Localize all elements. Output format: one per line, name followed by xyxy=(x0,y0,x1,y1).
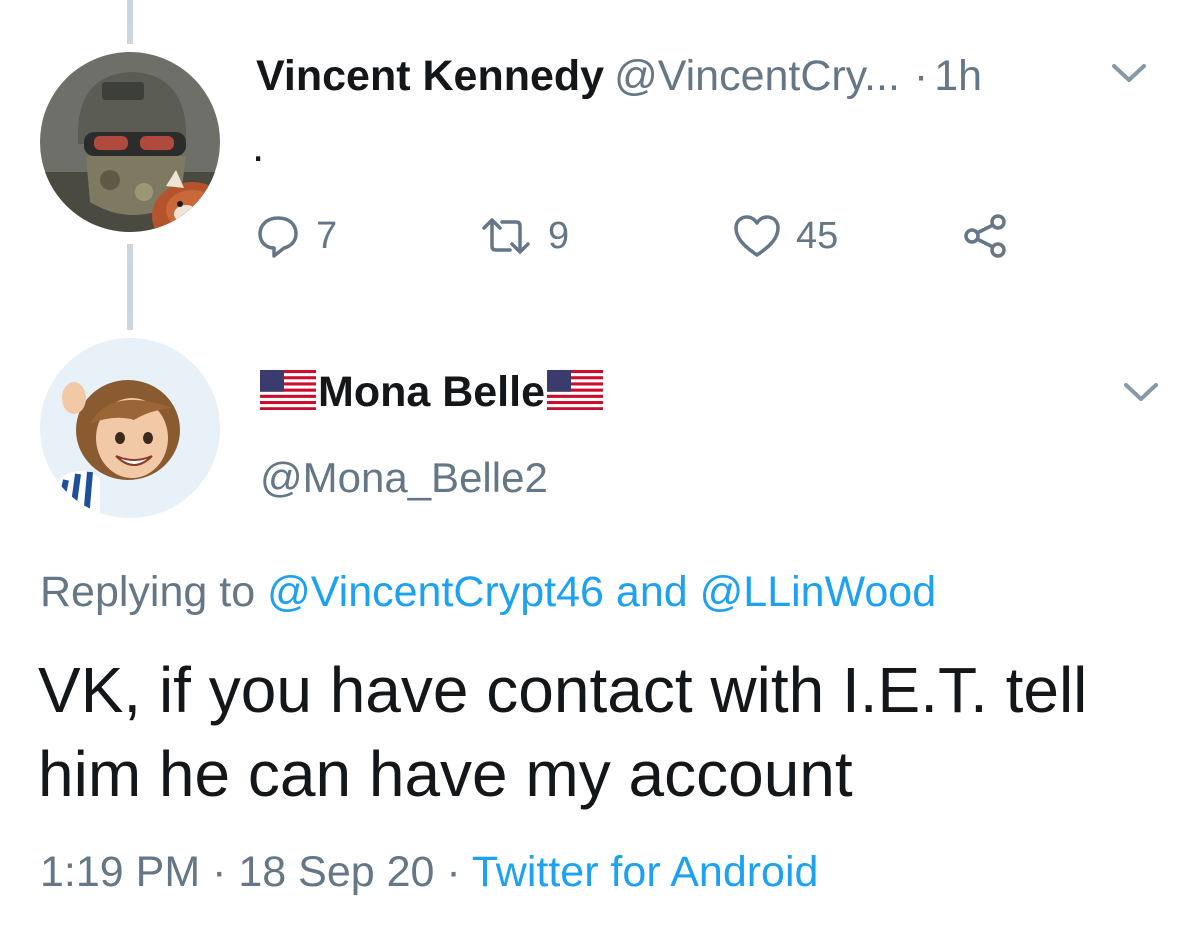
tweet1-text: . xyxy=(252,122,265,171)
tweet2-display-name[interactable]: Mona Belle xyxy=(318,364,545,420)
thread-connector-bottom xyxy=(127,244,133,330)
replying-to-label: Replying to xyxy=(40,568,256,616)
tweet2-source-link[interactable]: Twitter for Android xyxy=(472,848,819,896)
reply-count: 7 xyxy=(316,214,338,257)
us-flag-icon xyxy=(260,369,316,415)
reply-button[interactable]: 7 xyxy=(254,206,337,266)
tweet2-menu-chevron-icon[interactable] xyxy=(1120,377,1162,407)
tweet1-header: Vincent Kennedy @VincentCry... · 1h xyxy=(256,48,982,104)
retweet-button[interactable]: 9 xyxy=(478,206,569,266)
share-icon xyxy=(960,212,1010,260)
replying-to-line: Replying to @VincentCrypt46 and @LLinWoo… xyxy=(40,564,936,620)
tweet1-separator: · xyxy=(913,52,929,100)
tweet1-timestamp[interactable]: 1h xyxy=(934,52,982,100)
tweet2-text: VK, if you have contact with I.E.T. tell… xyxy=(38,654,1088,810)
like-count: 45 xyxy=(796,214,839,257)
tweet2-handle[interactable]: @Mona_Belle2 xyxy=(260,452,548,504)
mona-belle-avatar[interactable] xyxy=(40,338,220,518)
tweet1-handle[interactable]: @VincentCry... xyxy=(614,52,900,100)
vincent-kennedy-avatar[interactable] xyxy=(40,52,220,232)
tweet2-meta-separator: · xyxy=(212,848,227,896)
like-button[interactable]: 45 xyxy=(732,206,838,266)
reply-mention-vincentcrypt46[interactable]: @VincentCrypt46 xyxy=(267,568,604,616)
tweet2-meta-separator-2: · xyxy=(446,848,461,896)
retweet-icon xyxy=(478,212,534,260)
us-flag-icon xyxy=(547,369,603,415)
tweet2-date[interactable]: 18 Sep 20 xyxy=(238,848,434,896)
tweet1-display-name[interactable]: Vincent Kennedy xyxy=(256,52,604,100)
tweet2-meta: 1:19 PM · 18 Sep 20 · Twitter for Androi… xyxy=(40,844,818,900)
reply-and-label: and xyxy=(615,568,688,616)
tweet1-menu-chevron-icon[interactable] xyxy=(1108,58,1150,88)
share-button[interactable] xyxy=(960,206,1010,266)
tweet1-action-bar: 7 9 45 xyxy=(254,206,1044,266)
tweet2-name-row[interactable]: Mona Belle xyxy=(260,364,603,420)
heart-icon xyxy=(732,213,782,259)
tweet2-time[interactable]: 1:19 PM xyxy=(40,848,200,896)
reply-mention-llinwood[interactable]: @LLinWood xyxy=(700,568,937,616)
reply-icon xyxy=(254,212,302,260)
thread-connector-top xyxy=(127,0,133,44)
retweet-count: 9 xyxy=(548,214,570,257)
